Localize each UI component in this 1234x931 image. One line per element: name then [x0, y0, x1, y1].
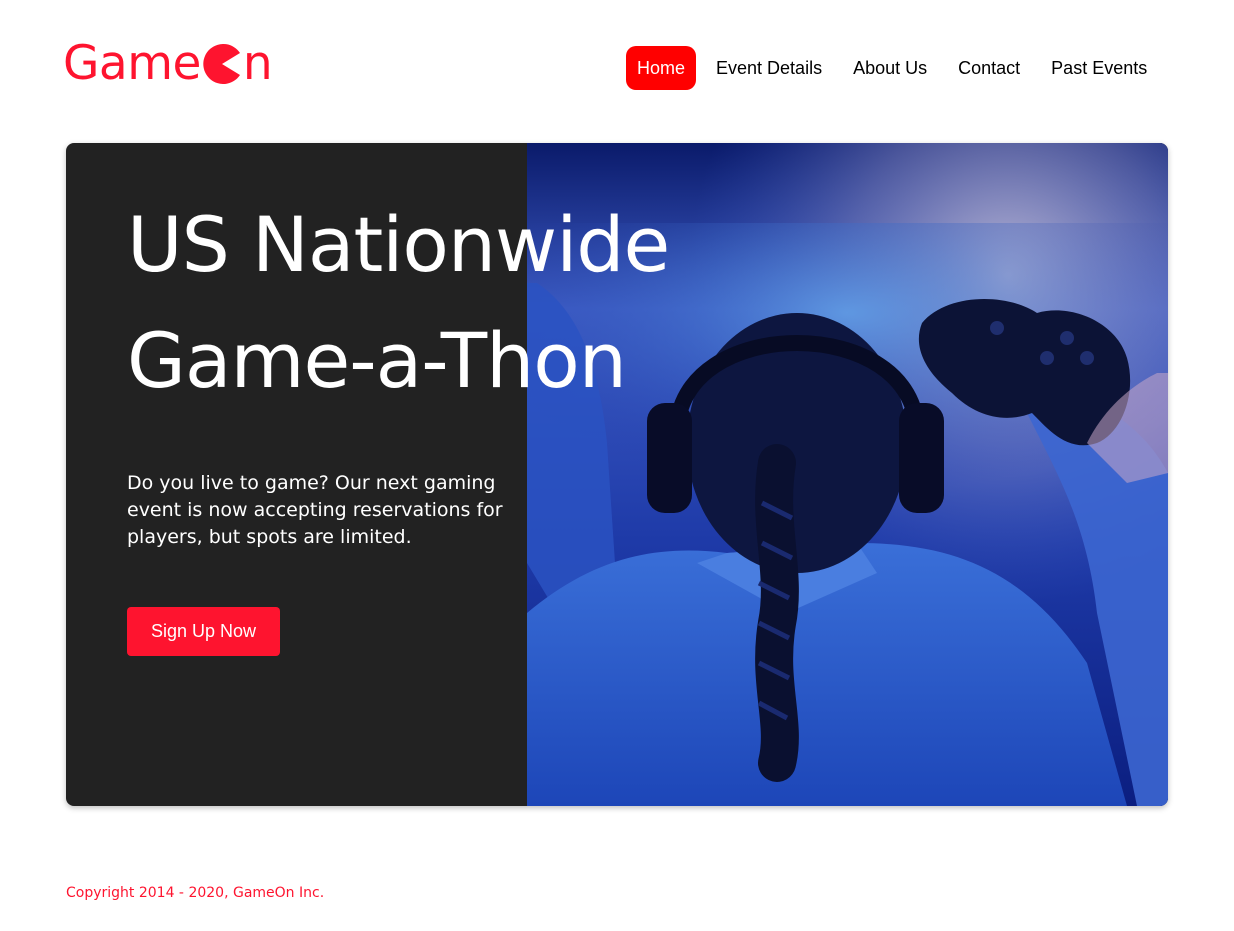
sign-up-button[interactable]: Sign Up Now	[127, 607, 280, 656]
nav-item-contact[interactable]: Contact	[947, 46, 1031, 90]
logo-text-game: Game	[63, 36, 201, 91]
hero-banner: US Nationwide Game-a-Thon Do you live to…	[66, 143, 1168, 806]
gameon-logo[interactable]: Game n	[63, 36, 273, 92]
hero-title-line1: US Nationwide	[127, 200, 670, 289]
pacman-icon	[203, 44, 240, 84]
logo-text-n: n	[242, 36, 273, 91]
site-header: Game n Home Event Details About Us Conta…	[0, 0, 1234, 130]
nav-item-about-us[interactable]: About Us	[842, 46, 938, 90]
hero-title-line2: Game-a-Thon	[127, 316, 627, 405]
main-nav: Home Event Details About Us Contact Past…	[626, 46, 1167, 90]
nav-item-home[interactable]: Home	[626, 46, 697, 90]
nav-item-event-details[interactable]: Event Details	[705, 46, 833, 90]
copyright-text: Copyright 2014 - 2020, GameOn Inc.	[66, 885, 325, 901]
hero-title: US Nationwide Game-a-Thon	[127, 187, 827, 419]
hero-description: Do you live to game? Our next gaming eve…	[127, 472, 503, 548]
nav-item-past-events[interactable]: Past Events	[1040, 46, 1158, 90]
